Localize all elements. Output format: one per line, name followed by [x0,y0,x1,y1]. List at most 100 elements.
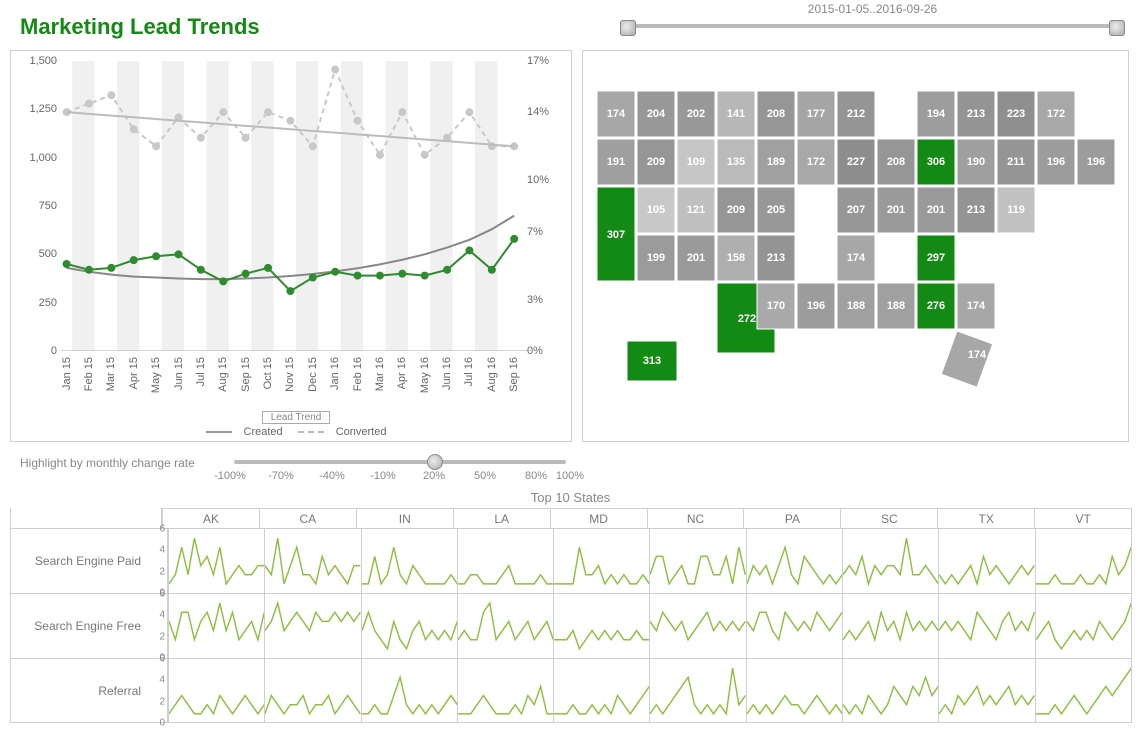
spark-cell [457,594,553,658]
svg-text:213: 213 [967,204,985,216]
spark-cell [842,529,938,593]
spark-cell [938,594,1034,658]
svg-text:172: 172 [807,156,825,168]
sparklines-title: Top 10 States [0,490,1141,505]
svg-text:208: 208 [887,156,905,168]
svg-text:212: 212 [847,108,865,120]
spark-col-PA: PA [743,508,840,528]
spark-cell [168,529,264,593]
svg-text:201: 201 [887,204,905,216]
spark-cell [1035,659,1131,723]
spark-col-VT: VT [1034,508,1131,528]
spark-cell [649,659,745,723]
svg-text:313: 313 [643,355,661,367]
spark-col-LA: LA [453,508,550,528]
svg-text:223: 223 [1007,108,1025,120]
svg-text:196: 196 [1047,156,1065,168]
spark-cell [746,529,842,593]
spark-cell [938,659,1034,723]
svg-text:199: 199 [647,252,665,264]
svg-text:276: 276 [927,300,945,312]
date-range-slider[interactable] [620,18,1125,34]
svg-text:174: 174 [607,108,626,120]
svg-text:109: 109 [687,156,705,168]
svg-text:213: 213 [767,252,785,264]
spark-cell [457,529,553,593]
svg-text:105: 105 [647,204,665,216]
lead-trend-chart[interactable]: 02505007501,0001,2501,500 0%3%7%10%14%17… [10,50,572,442]
spark-col-IN: IN [356,508,453,528]
svg-text:202: 202 [687,108,705,120]
spark-cell [649,529,745,593]
spark-col-NC: NC [647,508,744,528]
page-title: Marketing Lead Trends [20,14,260,40]
svg-text:204: 204 [647,108,666,120]
spark-cell [361,529,457,593]
legend-item-converted: Converted [336,426,387,438]
spark-cell [1035,594,1131,658]
date-range-handle-start[interactable] [620,20,636,36]
date-range-label: 2015-01-05..2016-09-26 [620,2,1125,16]
spark-cell [746,659,842,723]
svg-text:207: 207 [847,204,865,216]
svg-text:306: 306 [927,156,945,168]
svg-text:205: 205 [767,204,785,216]
lead-trend-plot [61,61,531,351]
svg-text:188: 188 [887,300,905,312]
us-map[interactable]: 174 204 202 141 208 177 212 194 213 223 172 191 209 1… [582,50,1129,442]
spark-row-label: Search Engine Paid [11,529,147,593]
svg-text:196: 196 [1087,156,1105,168]
svg-text:191: 191 [607,156,625,168]
svg-text:194: 194 [927,108,946,120]
svg-text:121: 121 [687,204,705,216]
change-rate-handle[interactable] [427,454,443,470]
date-range-handle-end[interactable] [1109,20,1125,36]
spark-cell [649,594,745,658]
spark-cell [168,594,264,658]
svg-text:272: 272 [738,313,756,325]
svg-text:201: 201 [687,252,705,264]
spark-row-label: Referral [11,659,147,723]
spark-cell [264,594,360,658]
svg-text:172: 172 [1047,108,1065,120]
spark-cell [1035,529,1131,593]
spark-cell [842,594,938,658]
spark-cell [361,594,457,658]
spark-cell [168,659,264,723]
legend-item-created: Created [244,426,283,438]
svg-text:174: 174 [968,349,987,361]
svg-text:201: 201 [927,204,945,216]
svg-text:119: 119 [1007,204,1025,216]
spark-cell [842,659,938,723]
svg-text:189: 189 [767,156,785,168]
svg-text:177: 177 [807,108,825,120]
spark-cell [553,659,649,723]
spark-cell [264,529,360,593]
spark-col-MD: MD [550,508,647,528]
spark-col-TX: TX [937,508,1034,528]
spark-cell [938,529,1034,593]
legend-title: Lead Trend [262,411,331,424]
svg-text:141: 141 [727,108,745,120]
spark-cell [746,594,842,658]
svg-text:211: 211 [1007,156,1025,168]
svg-text:307: 307 [607,229,625,241]
spark-col-SC: SC [840,508,937,528]
spark-cell [457,659,553,723]
sparklines-panel[interactable]: AKCAINLAMDNCPASCTXVT Search Engine Paid0… [10,508,1132,723]
svg-text:209: 209 [727,204,745,216]
change-rate-label: Highlight by monthly change rate [20,456,195,470]
svg-text:297: 297 [927,252,945,264]
svg-text:135: 135 [727,156,745,168]
svg-text:213: 213 [967,108,985,120]
svg-text:227: 227 [847,156,865,168]
spark-row-label: Search Engine Free [11,594,147,658]
spark-cell [264,659,360,723]
spark-col-CA: CA [259,508,356,528]
svg-text:209: 209 [647,156,665,168]
lead-trend-legend: Lead Trend Created Converted [171,411,421,438]
svg-text:196: 196 [807,300,825,312]
spark-cell [553,594,649,658]
spark-col-AK: AK [162,508,259,528]
svg-text:174: 174 [967,300,986,312]
